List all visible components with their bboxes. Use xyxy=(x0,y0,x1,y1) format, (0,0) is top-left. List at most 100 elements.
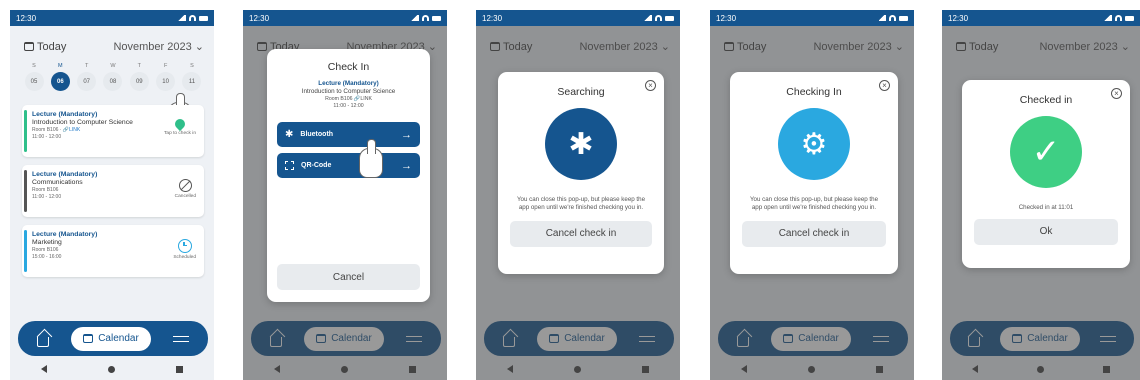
day-number: 09 xyxy=(129,72,149,91)
phone-screen-checking-in: 12:30 TodayNovember 2023 ⌄ Calendar × Ch… xyxy=(710,10,914,380)
day-wed[interactable]: W 08 xyxy=(103,63,123,91)
wifi-icon xyxy=(422,15,429,21)
day-letter: M xyxy=(58,63,63,69)
modal-title: Searching xyxy=(557,86,605,98)
scheduled-status: Scheduled xyxy=(173,239,196,260)
day-fri[interactable]: F 10 xyxy=(156,63,176,91)
today-label: Today xyxy=(37,40,67,53)
week-strip: S 05 M 06 T 07 W 08 T 09 F 10 S 11 xyxy=(10,59,214,91)
wifi-icon xyxy=(1115,15,1122,21)
battery-icon xyxy=(199,15,208,21)
lecture-link[interactable]: 🔗LINK xyxy=(63,127,80,133)
system-nav-bar xyxy=(10,358,214,380)
cancel-check-in-button[interactable]: Cancel check in xyxy=(510,220,652,247)
wifi-icon xyxy=(889,15,896,21)
phone-screen-check-in: 12:30 TodayNovember 2023 ⌄ Calendar Chec… xyxy=(243,10,447,380)
lecture-card[interactable]: Lecture (Mandatory) Communications Room … xyxy=(22,165,204,217)
status-label: Scheduled xyxy=(173,255,196,260)
phone-screen-checked-in: 12:30 TodayNovember 2023 ⌄ Calendar × Ch… xyxy=(942,10,1140,380)
back-icon[interactable] xyxy=(40,365,47,373)
status-icons xyxy=(1103,15,1134,21)
status-icons xyxy=(177,15,208,21)
lecture-title: Lecture (Mandatory) xyxy=(318,80,379,87)
status-label: Cancelled xyxy=(174,194,196,199)
day-letter: T xyxy=(84,63,89,69)
calendar-tab-label: Calendar xyxy=(98,333,139,344)
home-system-icon[interactable] xyxy=(107,365,115,373)
signal-icon xyxy=(643,15,652,21)
modal-title: Checking In xyxy=(786,86,842,98)
status-bar: 12:30 xyxy=(243,10,447,26)
status-time: 12:30 xyxy=(16,13,37,23)
signal-icon xyxy=(177,15,186,21)
arrow-right-icon: → xyxy=(401,159,412,172)
lecture-time: 11:00 - 12:00 xyxy=(32,194,62,200)
recents-icon[interactable] xyxy=(176,365,184,373)
status-time: 12:30 xyxy=(249,13,270,23)
day-sun[interactable]: S 05 xyxy=(24,63,44,91)
status-bar: 12:30 xyxy=(942,10,1140,26)
arrow-right-icon: → xyxy=(401,128,412,141)
status-bar: 12:30 xyxy=(710,10,914,26)
day-number: 06 xyxy=(50,72,70,91)
bluetooth-icon: ✱ xyxy=(285,129,294,140)
check-in-status[interactable]: Tap to check in xyxy=(164,116,196,136)
clock-icon xyxy=(177,239,192,253)
day-letter: S xyxy=(190,63,194,69)
gears-icon: ⚙ xyxy=(778,108,850,180)
lecture-title: Lecture (Mandatory) xyxy=(32,111,98,118)
searching-modal: × Searching ✱ You can close this pop-up,… xyxy=(498,72,664,274)
wifi-icon xyxy=(655,15,662,21)
day-letter: S xyxy=(32,63,36,69)
calendar-icon xyxy=(24,42,34,51)
battery-icon xyxy=(899,15,908,21)
battery-icon xyxy=(665,15,674,21)
close-icon[interactable]: × xyxy=(1111,88,1122,99)
lecture-card[interactable]: Lecture (Mandatory) Introduction to Comp… xyxy=(22,105,204,157)
lecture-room-text: Room B106 · xyxy=(32,127,63,133)
calendar-tab[interactable]: Calendar xyxy=(71,326,151,351)
status-icons xyxy=(877,15,908,21)
phone-screen-searching: 12:30 TodayNovember 2023 ⌄ Calendar × Se… xyxy=(476,10,680,380)
day-sat[interactable]: S 11 xyxy=(182,63,202,91)
tap-hand-icon xyxy=(359,139,383,178)
cancel-button[interactable]: Cancel xyxy=(277,264,420,290)
lecture-room: Room B106 xyxy=(32,187,59,193)
day-letter: F xyxy=(163,63,168,69)
signal-icon xyxy=(410,15,419,21)
status-bar: 12:30 xyxy=(10,10,214,26)
bottom-nav: Calendar xyxy=(18,321,208,356)
battery-icon xyxy=(432,15,441,21)
bluetooth-check-in-button[interactable]: ✱ Bluetooth → xyxy=(277,122,420,147)
day-thu[interactable]: T 09 xyxy=(129,63,149,91)
lecture-card[interactable]: Lecture (Mandatory) Marketing Room B106 … xyxy=(22,225,204,277)
lecture-time: 11:00 - 12:00 xyxy=(333,103,364,109)
month-selector[interactable]: November 2023 ⌄ xyxy=(113,40,204,53)
lecture-room: Room B106 🔗LINK xyxy=(325,96,372,102)
status-time: 12:30 xyxy=(948,13,969,23)
qr-code-label: QR-Code xyxy=(301,162,332,169)
modal-title: Checked in xyxy=(1019,94,1073,106)
home-icon[interactable] xyxy=(37,336,50,347)
day-mon-selected[interactable]: M 06 xyxy=(50,63,70,91)
bluetooth-icon: ✱ xyxy=(545,108,617,180)
wifi-icon xyxy=(189,15,196,21)
day-letter: W xyxy=(110,63,116,69)
qr-code-check-in-button[interactable]: QR-Code → xyxy=(277,153,420,178)
status-bar: 12:30 xyxy=(476,10,680,26)
day-letter: T xyxy=(137,63,141,69)
phone-screen-calendar: 12:30 Today November 2023 ⌄ S 05 M 06 T 07 … xyxy=(10,10,214,380)
close-icon[interactable]: × xyxy=(645,80,656,91)
close-icon[interactable]: × xyxy=(879,80,890,91)
cancelled-icon xyxy=(178,179,192,192)
checked-in-modal: × Checked in ✓ Checked in at 11:01 Ok xyxy=(962,80,1130,268)
checkmark-icon: ✓ xyxy=(1010,116,1082,188)
today-button[interactable]: Today xyxy=(24,41,66,53)
ok-button[interactable]: Ok xyxy=(974,218,1118,245)
cancel-check-in-button[interactable]: Cancel check in xyxy=(742,220,886,247)
day-tue[interactable]: T 07 xyxy=(77,63,97,91)
day-number: 05 xyxy=(24,72,44,91)
status-icons xyxy=(410,15,441,21)
settings-sliders-icon[interactable] xyxy=(172,333,189,345)
checking-in-modal: × Checking In ⚙ You can close this pop-u… xyxy=(730,72,898,274)
